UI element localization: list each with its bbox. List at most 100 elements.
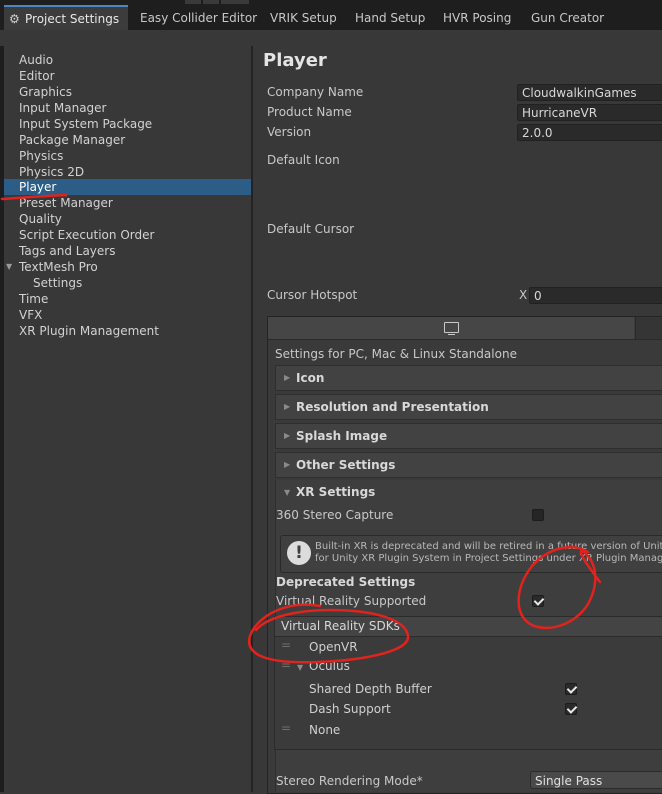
tab-project-settings[interactable]: ⚙ Project Settings [4,5,128,31]
sidebar-item-label: Settings [33,276,83,290]
sdk-item-oculus[interactable]: Oculus [309,659,350,673]
dash-support-label: Dash Support [309,702,391,716]
platform-tabs [268,317,662,340]
sidebar-item-preset-manager[interactable]: Preset Manager [4,195,251,211]
sdk-item-none[interactable]: None [309,723,340,737]
sidebar-item-label: Physics [19,149,64,163]
sidebar-item-label: Graphics [19,85,72,99]
product-name-label: Product Name [267,105,352,119]
help-text-line: Built-in XR is deprecated and will be re… [315,541,662,552]
platform-settings-title: Settings for PC, Mac & Linux Standalone [275,347,517,361]
section-title: Splash Image [296,429,388,443]
sidebar-item-script-execution-order[interactable]: Script Execution Order [4,227,251,243]
sidebar-item-quality[interactable]: Quality [4,211,251,227]
vr-supported-checkbox[interactable] [532,595,544,607]
sidebar-item-input-system-package[interactable]: Input System Package [4,116,251,132]
xr-settings-section: ▼ XR Settings 360 Stereo Capture ! Built… [274,480,662,792]
hotspot-x-label: X [519,288,528,302]
deprecated-settings-header: Deprecated Settings [276,575,416,589]
editor-tab-bar: ⚙ Project Settings Easy Collider Editor … [0,0,662,31]
tab-hvr-posing[interactable]: HVR Posing [443,6,511,30]
sidebar-item-player[interactable]: Player [4,179,251,195]
product-name-field[interactable]: HurricaneVR [517,104,662,121]
vr-sdks-list: Virtual Reality SDKs = OpenVR = ▼ Oculus… [274,616,662,750]
section-title: Icon [296,371,325,385]
sidebar-item-label: Package Manager [19,133,126,147]
sidebar-item-label: Player [19,180,57,194]
section-title: Other Settings [296,458,396,472]
section-icon[interactable]: ▶ Icon [275,365,662,391]
default-cursor-label: Default Cursor [267,222,355,236]
tab-label: Project Settings [25,12,120,26]
dash-support-checkbox[interactable] [565,703,577,715]
sidebar-item-physics[interactable]: Physics [4,148,251,164]
warning-icon: ! [287,541,311,565]
sidebar-item-input-manager[interactable]: Input Manager [4,100,251,116]
tab-other-platform[interactable] [635,317,662,339]
sidebar-item-label: TextMesh Pro [19,260,98,274]
collapsed-triangle-icon: ▶ [284,373,291,382]
expanded-triangle-icon[interactable]: ▼ [297,663,303,672]
default-icon-label: Default Icon [267,153,340,167]
section-xr-settings[interactable]: ▼ XR Settings [276,480,662,506]
section-resolution-presentation[interactable]: ▶ Resolution and Presentation [275,394,662,420]
hotspot-x-field[interactable]: 0 [529,287,662,304]
sidebar-item-label: Time [19,292,49,306]
collapsed-triangle-icon: ▶ [284,460,291,469]
sidebar-item-label: Input System Package [19,117,153,131]
sidebar-item-label: XR Plugin Management [19,324,159,338]
tab-pc-standalone[interactable] [268,317,634,339]
sidebar-item-time[interactable]: Time [4,291,251,307]
section-title: Resolution and Presentation [296,400,489,414]
drag-handle-icon[interactable]: = [281,638,291,652]
sidebar-item-label: Tags and Layers [19,244,116,258]
sidebar-item-xr-plugin-management[interactable]: XR Plugin Management [4,323,251,339]
sidebar-item-package-manager[interactable]: Package Manager [4,132,251,148]
collapsed-triangle-icon: ▶ [284,402,291,411]
expanded-triangle-icon: ▼ [284,488,291,497]
page-title: Player [263,50,327,71]
platform-settings-box: Settings for PC, Mac & Linux Standalone … [267,316,662,794]
gear-icon: ⚙ [9,12,20,26]
vr-supported-label: Virtual Reality Supported [276,594,427,608]
vr-sdks-header: Virtual Reality SDKs [275,617,662,637]
sidebar-item-graphics[interactable]: Graphics [4,84,251,100]
shared-depth-buffer-checkbox[interactable] [565,683,577,695]
stereo-rendering-mode-dropdown[interactable]: Single Pass [530,771,662,789]
stereo-capture-checkbox[interactable] [532,509,544,521]
sdk-item-openvr[interactable]: OpenVR [309,640,358,654]
sidebar-item-label: Script Execution Order [19,228,155,242]
sidebar-item-tags-and-layers[interactable]: Tags and Layers [4,243,251,259]
version-label: Version [267,125,312,139]
sidebar-item-textmesh-settings[interactable]: Settings [4,275,251,291]
tab-hand-setup[interactable]: Hand Setup [355,6,425,30]
section-title: XR Settings [296,485,376,499]
sidebar-item-physics-2d[interactable]: Physics 2D [4,164,251,180]
sidebar-item-label: Editor [19,69,55,83]
expand-triangle-icon[interactable]: ▼ [6,259,12,275]
shared-depth-buffer-label: Shared Depth Buffer [309,682,432,696]
player-settings-panel: Player Company Name CloudwalkinGames Pro… [253,46,662,794]
sidebar-item-textmesh-pro[interactable]: ▼ TextMesh Pro [4,259,251,275]
toolbar-stub [203,0,219,4]
tab-gun-creator[interactable]: Gun Creator [531,6,604,30]
toolbar-stub [221,0,249,4]
tab-easy-collider-editor[interactable]: Easy Collider Editor [140,6,257,30]
sidebar-item-editor[interactable]: Editor [4,68,251,84]
tab-vrik-setup[interactable]: VRIK Setup [270,6,337,30]
sidebar-item-label: Quality [19,212,62,226]
cursor-hotspot-label: Cursor Hotspot [267,288,358,302]
company-name-field[interactable]: CloudwalkinGames [517,84,662,101]
company-name-label: Company Name [267,85,364,99]
sidebar-item-vfx[interactable]: VFX [4,307,251,323]
section-splash-image[interactable]: ▶ Splash Image [275,423,662,449]
help-text-line: for Unity XR Plugin System in Project Se… [315,553,662,564]
sidebar-item-label: Audio [19,53,54,67]
settings-sidebar: Audio Editor Graphics Input Manager Inpu… [4,46,253,792]
sidebar-item-label: VFX [19,308,43,322]
drag-handle-icon[interactable]: = [281,658,291,672]
sidebar-item-audio[interactable]: Audio [4,52,251,68]
drag-handle-icon[interactable]: = [281,721,291,735]
version-field[interactable]: 2.0.0 [517,124,662,141]
section-other-settings[interactable]: ▶ Other Settings [275,452,662,478]
